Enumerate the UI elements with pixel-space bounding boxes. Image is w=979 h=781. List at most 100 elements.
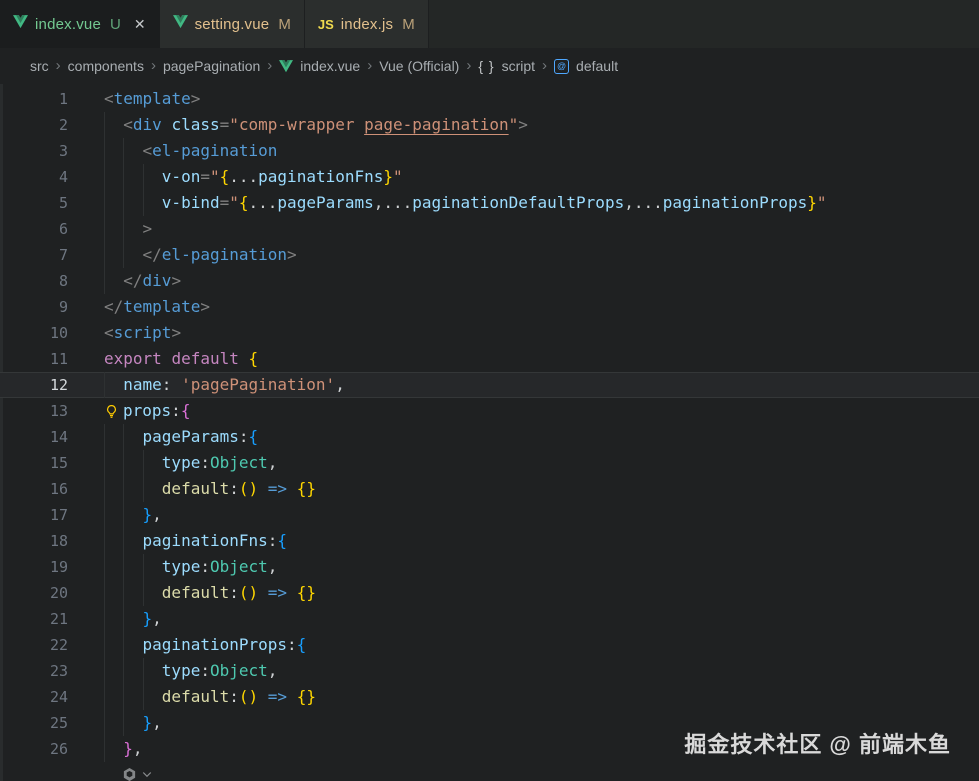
code-token: "comp-wrapper bbox=[229, 115, 364, 134]
code-token bbox=[104, 193, 162, 212]
chevron-down-icon[interactable] bbox=[141, 768, 153, 780]
line-number: 25 bbox=[0, 710, 68, 736]
code-line[interactable]: 3 <el-pagination bbox=[0, 138, 979, 164]
code-line[interactable]: 10<script> bbox=[0, 320, 979, 346]
tab-index-js[interactable]: JS index.js M bbox=[305, 0, 429, 48]
code-token: </ bbox=[143, 245, 162, 264]
code-token bbox=[104, 687, 162, 706]
code-token: </ bbox=[104, 297, 123, 316]
indent-guide bbox=[123, 528, 124, 554]
indent-guide bbox=[104, 242, 105, 268]
lightbulb-icon[interactable] bbox=[104, 399, 123, 425]
code-token: template bbox=[123, 297, 200, 316]
breadcrumb-item-script[interactable]: script bbox=[502, 58, 535, 74]
code-token: > bbox=[200, 297, 210, 316]
code-line[interactable]: 15 type:Object, bbox=[0, 450, 979, 476]
breadcrumb-item-src[interactable]: src bbox=[30, 58, 49, 74]
code-line[interactable]: 17 }, bbox=[0, 502, 979, 528]
symbol-default-icon: @ bbox=[554, 59, 569, 74]
vue-logo-icon bbox=[279, 60, 293, 73]
code-line[interactable]: 22 paginationProps:{ bbox=[0, 632, 979, 658]
code-line[interactable]: 7 </el-pagination> bbox=[0, 242, 979, 268]
code-token: default bbox=[162, 583, 229, 602]
code-token: div bbox=[133, 115, 162, 134]
code-line[interactable]: 6 > bbox=[0, 216, 979, 242]
code-token: paginationFns bbox=[143, 531, 268, 550]
code-token: , bbox=[152, 505, 162, 524]
code-token: el-pagination bbox=[152, 141, 277, 160]
code-token: } bbox=[143, 505, 153, 524]
code-token: ... bbox=[229, 167, 258, 186]
code-token: props bbox=[123, 401, 171, 420]
code-token bbox=[104, 453, 162, 472]
indent-guide bbox=[123, 632, 124, 658]
code-token: " bbox=[210, 167, 220, 186]
close-icon[interactable]: ✕ bbox=[134, 16, 146, 33]
ai-assistant-icon[interactable] bbox=[122, 767, 137, 781]
code-token bbox=[258, 687, 268, 706]
code-line[interactable]: 12 name: 'pagePagination', bbox=[0, 372, 979, 398]
code-line[interactable]: 5 v-bind="{...pageParams,...paginationDe… bbox=[0, 190, 979, 216]
code-token: type bbox=[162, 453, 201, 472]
code-line[interactable]: 16 default:() => {} bbox=[0, 476, 979, 502]
code-line[interactable]: 13props:{ bbox=[0, 398, 979, 424]
line-number: 22 bbox=[0, 632, 68, 658]
code-token bbox=[239, 349, 249, 368]
code-line[interactable]: 24 default:() => {} bbox=[0, 684, 979, 710]
code-token bbox=[104, 739, 123, 758]
code-token: () bbox=[239, 479, 258, 498]
breadcrumb-item-file[interactable]: index.vue bbox=[300, 58, 360, 74]
code-line[interactable]: 1<template> bbox=[0, 86, 979, 112]
breadcrumb-item-vue-official[interactable]: Vue (Official) bbox=[379, 58, 459, 74]
code-token: > bbox=[518, 115, 528, 134]
code-token: paginationDefaultProps bbox=[412, 193, 624, 212]
code-line[interactable]: 23 type:Object, bbox=[0, 658, 979, 684]
indent-guide bbox=[143, 580, 144, 606]
code-token: paginationFns bbox=[258, 167, 383, 186]
breadcrumb-item-components[interactable]: components bbox=[68, 58, 144, 74]
breadcrumb: src › components › pagePagination › inde… bbox=[0, 48, 979, 84]
line-number: 16 bbox=[0, 476, 68, 502]
indent-guide bbox=[104, 580, 105, 606]
code-line[interactable]: 8 </div> bbox=[0, 268, 979, 294]
chevron-right-icon: › bbox=[151, 57, 156, 74]
indent-guide bbox=[104, 502, 105, 528]
code-line[interactable]: 9</template> bbox=[0, 294, 979, 320]
line-number: 20 bbox=[0, 580, 68, 606]
line-number: 12 bbox=[0, 372, 68, 398]
indent-guide bbox=[104, 112, 105, 138]
breadcrumb-item-pagepagination[interactable]: pagePagination bbox=[163, 58, 260, 74]
indent-guide bbox=[123, 554, 124, 580]
code-token: " bbox=[393, 167, 403, 186]
code-line[interactable]: 20 default:() => {} bbox=[0, 580, 979, 606]
code-token: </ bbox=[123, 271, 142, 290]
indent-guide bbox=[104, 710, 105, 736]
tab-setting-vue[interactable]: setting.vue M bbox=[160, 0, 305, 48]
tab-filename: index.js bbox=[341, 16, 393, 33]
code-line[interactable]: 2 <div class="comp-wrapper page-paginati… bbox=[0, 112, 979, 138]
js-logo-icon: JS bbox=[318, 17, 334, 32]
code-line[interactable]: 11export default { bbox=[0, 346, 979, 372]
code-token: < bbox=[104, 89, 114, 108]
code-line[interactable]: 14 pageParams:{ bbox=[0, 424, 979, 450]
indent-guide bbox=[104, 268, 105, 294]
indent-guide bbox=[104, 632, 105, 658]
code-token: { bbox=[249, 349, 259, 368]
editor-tab-bar: index.vue U ✕ setting.vue M JS index.js … bbox=[0, 0, 979, 48]
tab-index-vue[interactable]: index.vue U ✕ bbox=[0, 0, 160, 48]
line-number: 6 bbox=[0, 216, 68, 242]
indent-guide bbox=[123, 424, 124, 450]
code-area[interactable]: 1<template>2 <div class="comp-wrapper pa… bbox=[0, 84, 979, 781]
code-token bbox=[258, 583, 268, 602]
line-number: 23 bbox=[0, 658, 68, 684]
git-status-badge: U bbox=[110, 16, 121, 33]
code-line[interactable]: 19 type:Object, bbox=[0, 554, 979, 580]
code-token: default bbox=[171, 349, 238, 368]
indent-guide bbox=[104, 554, 105, 580]
code-token: , bbox=[335, 375, 345, 394]
code-line[interactable]: 21 }, bbox=[0, 606, 979, 632]
line-number: 14 bbox=[0, 424, 68, 450]
breadcrumb-item-default[interactable]: default bbox=[576, 58, 618, 74]
code-line[interactable]: 18 paginationFns:{ bbox=[0, 528, 979, 554]
code-line[interactable]: 4 v-on="{...paginationFns}" bbox=[0, 164, 979, 190]
